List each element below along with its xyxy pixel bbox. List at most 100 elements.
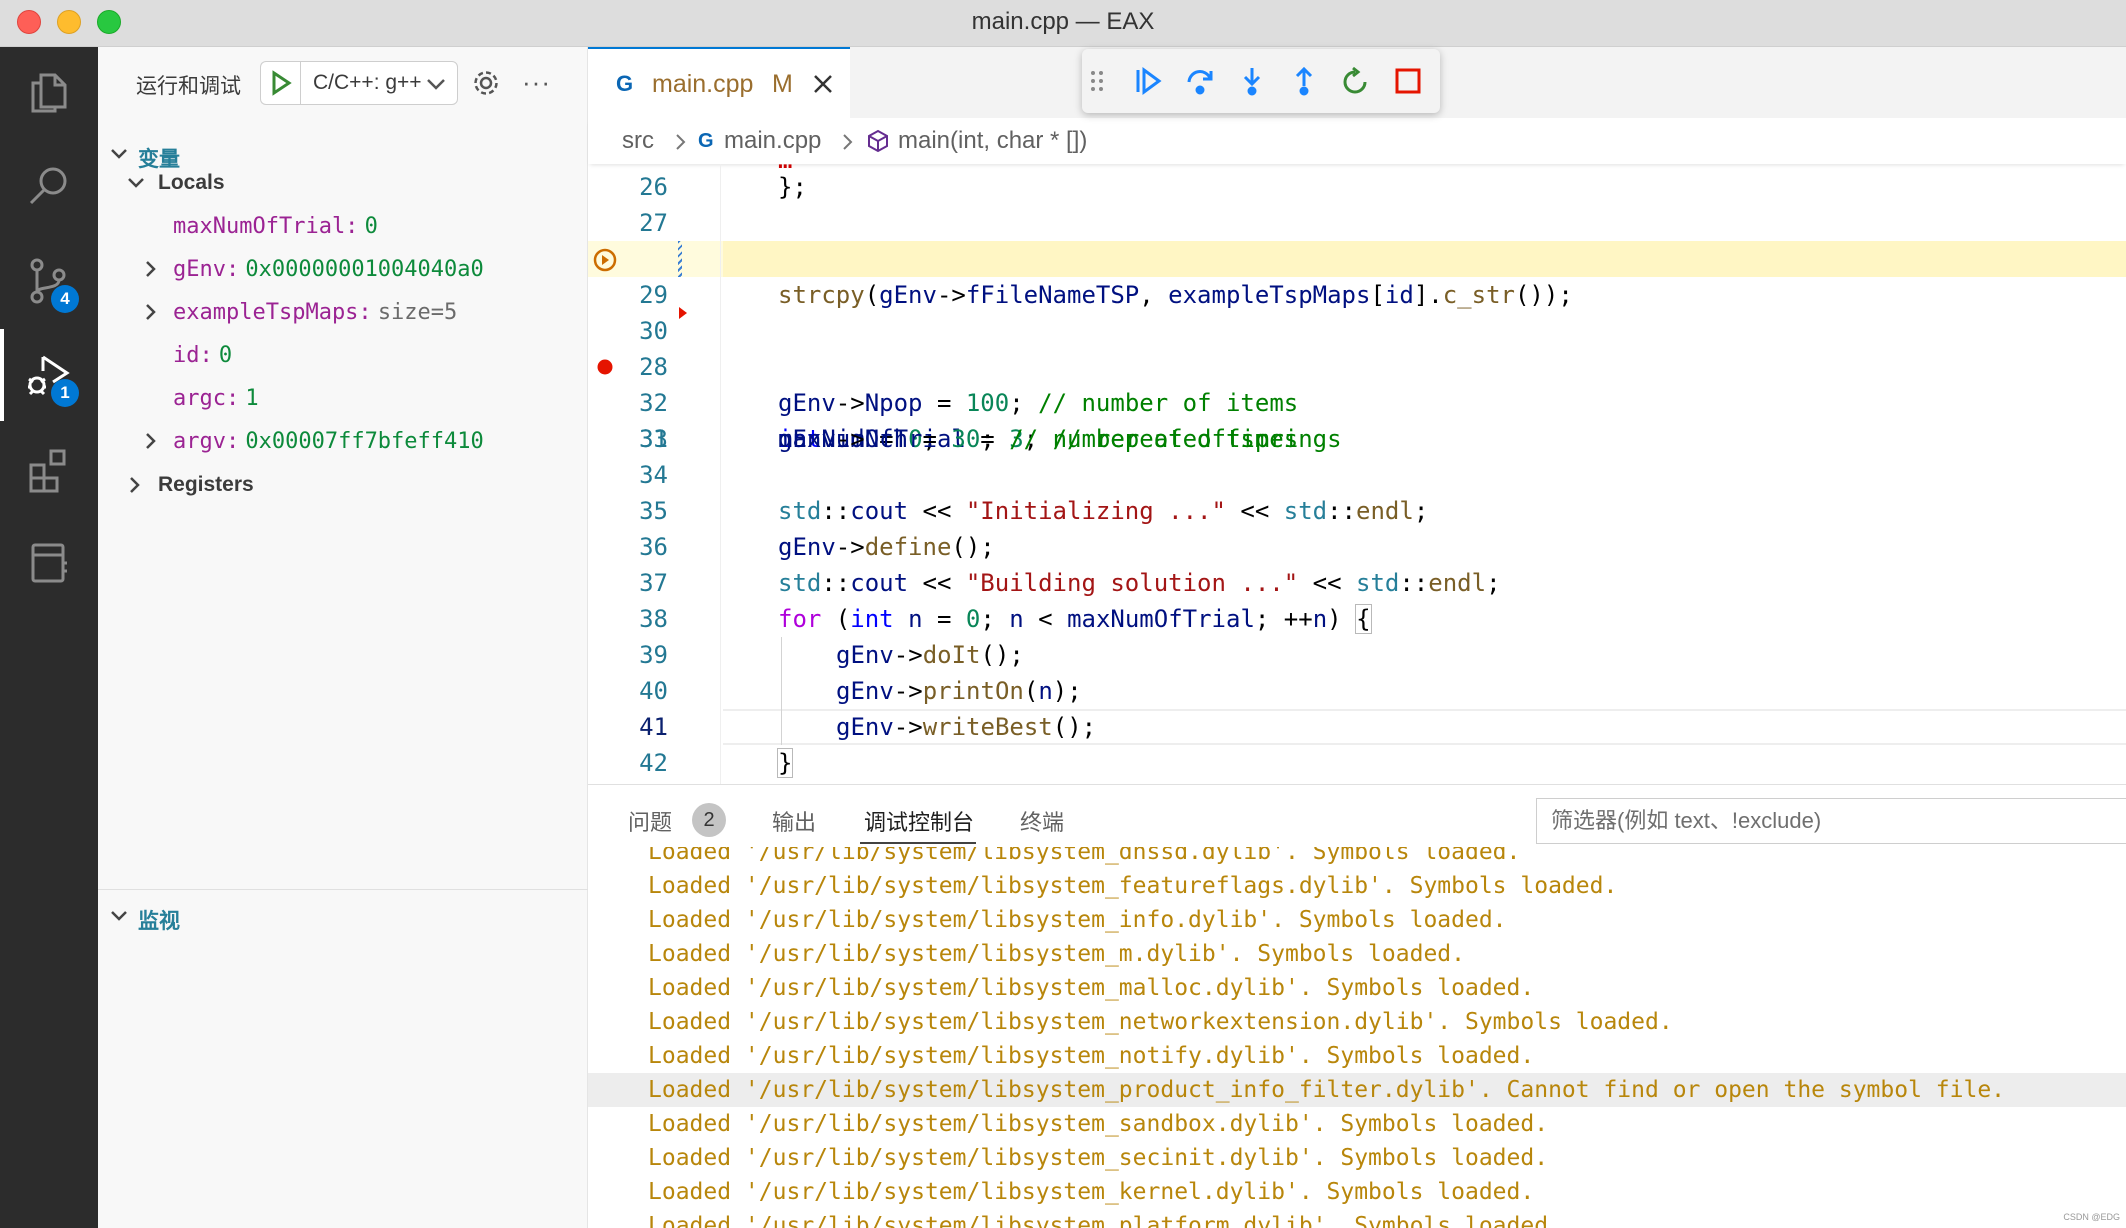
cpp-file-icon: G: [616, 71, 634, 96]
code-line: 30: [588, 307, 2126, 349]
variable-value: size=5: [377, 300, 458, 325]
line-number: 42: [639, 749, 668, 777]
code-text: gEnv->doIt();: [836, 641, 1024, 669]
search-icon[interactable]: [0, 141, 98, 233]
debug-config-select[interactable]: C/C++: g++: [300, 61, 458, 105]
chevron-down-icon: [427, 79, 445, 90]
cube-icon: [868, 129, 888, 153]
window-title: main.cpp — EAX: [971, 8, 1155, 35]
line-number: 40: [639, 677, 668, 705]
line-number: 37: [639, 569, 668, 597]
locals-group[interactable]: Locals: [98, 161, 588, 205]
code-line: 39 gEnv->doIt();: [588, 637, 2126, 673]
line-number: 32: [639, 389, 668, 417]
code-text: }: [776, 748, 794, 778]
code-line: 38 for (int n = 0; n < maxNumOfTrial; ++n…: [588, 601, 2126, 637]
watch-label: 监视: [138, 910, 180, 933]
variable-name: gEnv:: [173, 257, 240, 282]
extensions-icon[interactable]: [0, 423, 98, 515]
variable-row[interactable]: gEnv: 0x00000001004040a0: [98, 247, 588, 291]
variable-name: exampleTspMaps:: [173, 300, 372, 325]
code-line: 34: [588, 457, 2126, 493]
continue-icon[interactable]: [1130, 63, 1166, 99]
code-text: gEnv->define();: [778, 533, 995, 561]
tab-problems[interactable]: 问题: [628, 805, 672, 837]
breadcrumb-item[interactable]: src: [622, 127, 654, 155]
chevron-right-icon: [146, 304, 156, 320]
line-number: 41: [639, 713, 668, 741]
stop-icon[interactable]: [1390, 63, 1426, 99]
step-into-icon[interactable]: [1234, 63, 1270, 99]
close-icon[interactable]: [810, 71, 836, 97]
variable-row[interactable]: maxNumOfTrial: 0: [98, 204, 588, 248]
drag-handle-icon[interactable]: [1086, 63, 1108, 99]
explorer-icon[interactable]: [0, 47, 98, 139]
notebook-icon[interactable]: [0, 517, 98, 609]
breadcrumb-item[interactable]: main(int, char * []): [898, 127, 1087, 155]
editor: G main.cpp M src G main.cpp main(int, ch…: [588, 47, 2126, 784]
restart-icon[interactable]: [1338, 63, 1374, 99]
code-text: std::cout << "Initializing ..." << std::…: [778, 497, 1429, 525]
code-text: gEnv->printOn(n);: [836, 677, 1082, 705]
variable-name: argc:: [173, 386, 240, 411]
code-text: gEnv->Npop = 100; // number of items: [778, 389, 1299, 417]
chevron-right-icon: [843, 134, 853, 150]
code-line: 36 gEnv->define();: [588, 529, 2126, 565]
console-line: Loaded '/usr/lib/system/libsystem_featur…: [648, 873, 1618, 899]
step-out-icon[interactable]: [1286, 63, 1322, 99]
code-text: std::cout << "Building solution ..." << …: [778, 569, 1501, 597]
console-line: Loaded '/usr/lib/system/libsystem_notify…: [648, 1043, 1535, 1069]
variable-value: 1: [245, 386, 259, 411]
variable-row[interactable]: argc: 1: [98, 376, 588, 420]
code-text: gEnv->Nch = 30; // number of offsprings: [778, 425, 1342, 453]
current-execution-line: 28 int id = 0;: [588, 241, 2126, 453]
console-line: Loaded '/usr/lib/system/libsystem_networ…: [648, 1009, 1673, 1035]
variable-row[interactable]: id: 0: [98, 333, 588, 377]
debug-badge: 1: [51, 379, 79, 407]
chevron-right-icon: [130, 477, 140, 493]
variable-row[interactable]: argv: 0x00007ff7bfeff410: [98, 419, 588, 463]
chevron-right-icon: [146, 433, 156, 449]
debug-console-output[interactable]: Loaded '/usr/lib/system/libsystem_dnssd.…: [588, 847, 2126, 1228]
bottom-panel: 问题 2 输出 调试控制台 终端 筛选器(例如 text、!exclude) L…: [588, 784, 2126, 1228]
code-line: 29 strcpy(gEnv->fFileNameTSP, exampleTspM…: [588, 277, 2126, 313]
variable-name: maxNumOfTrial:: [173, 214, 359, 239]
chevron-down-icon: [111, 911, 127, 921]
sidebar-title: 运行和调试: [136, 75, 241, 98]
source-control-icon[interactable]: 4: [0, 235, 98, 327]
run-debug-icon[interactable]: 1: [0, 329, 98, 421]
registers-group[interactable]: Registers: [98, 463, 588, 507]
variable-value: 0x00000001004040a0: [245, 257, 484, 282]
gear-icon[interactable]: [472, 69, 500, 102]
code-area[interactable]: … 26}; 27 28 int id = 0; 29strcpy(gEnv->…: [588, 164, 2126, 784]
active-tab-indicator: [860, 842, 976, 844]
tab-output[interactable]: 输出: [772, 805, 816, 837]
console-line: Loaded '/usr/lib/system/libsystem_platfo…: [648, 1213, 1562, 1228]
tab-debug-console[interactable]: 调试控制台: [864, 805, 974, 837]
variable-row[interactable]: exampleTspMaps: size=5: [98, 290, 588, 334]
code-line: 33 gEnv->Nch = 30; // number of offspring…: [588, 421, 2126, 457]
variable-value: 0: [218, 343, 233, 368]
code-text: strcpy(gEnv->fFileNameTSP, exampleTspMap…: [778, 281, 1573, 309]
cursor-line: 41 gEnv->writeBest();: [588, 709, 2126, 745]
execution-pointer-icon: [593, 248, 617, 272]
console-filter-input[interactable]: 筛选器(例如 text、!exclude): [1536, 798, 2126, 844]
line-number: 38: [639, 605, 668, 633]
tab-terminal[interactable]: 终端: [1020, 805, 1064, 837]
breadcrumb-item[interactable]: main.cpp: [724, 127, 821, 155]
watch-section-header[interactable]: 监视: [98, 897, 588, 937]
tab-main-cpp[interactable]: G main.cpp M: [588, 47, 850, 118]
indent-guide: [781, 637, 782, 745]
start-debugging-button[interactable]: [260, 61, 300, 105]
line-number: 35: [639, 497, 668, 525]
breakpoint-icon[interactable]: [597, 359, 613, 375]
console-line: Loaded '/usr/lib/system/libsystem_sandbo…: [648, 1111, 1549, 1137]
source-control-badge: 4: [51, 285, 79, 313]
console-line: Loaded '/usr/lib/system/libsystem_dnssd.…: [648, 847, 1521, 865]
code-line: 42}: [588, 745, 2126, 781]
variable-name: id:: [173, 343, 213, 368]
step-over-icon[interactable]: [1182, 63, 1218, 99]
code-text: };: [778, 173, 807, 201]
more-actions-icon[interactable]: ···: [522, 67, 551, 98]
variable-value: 0x00007ff7bfeff410: [245, 429, 484, 454]
